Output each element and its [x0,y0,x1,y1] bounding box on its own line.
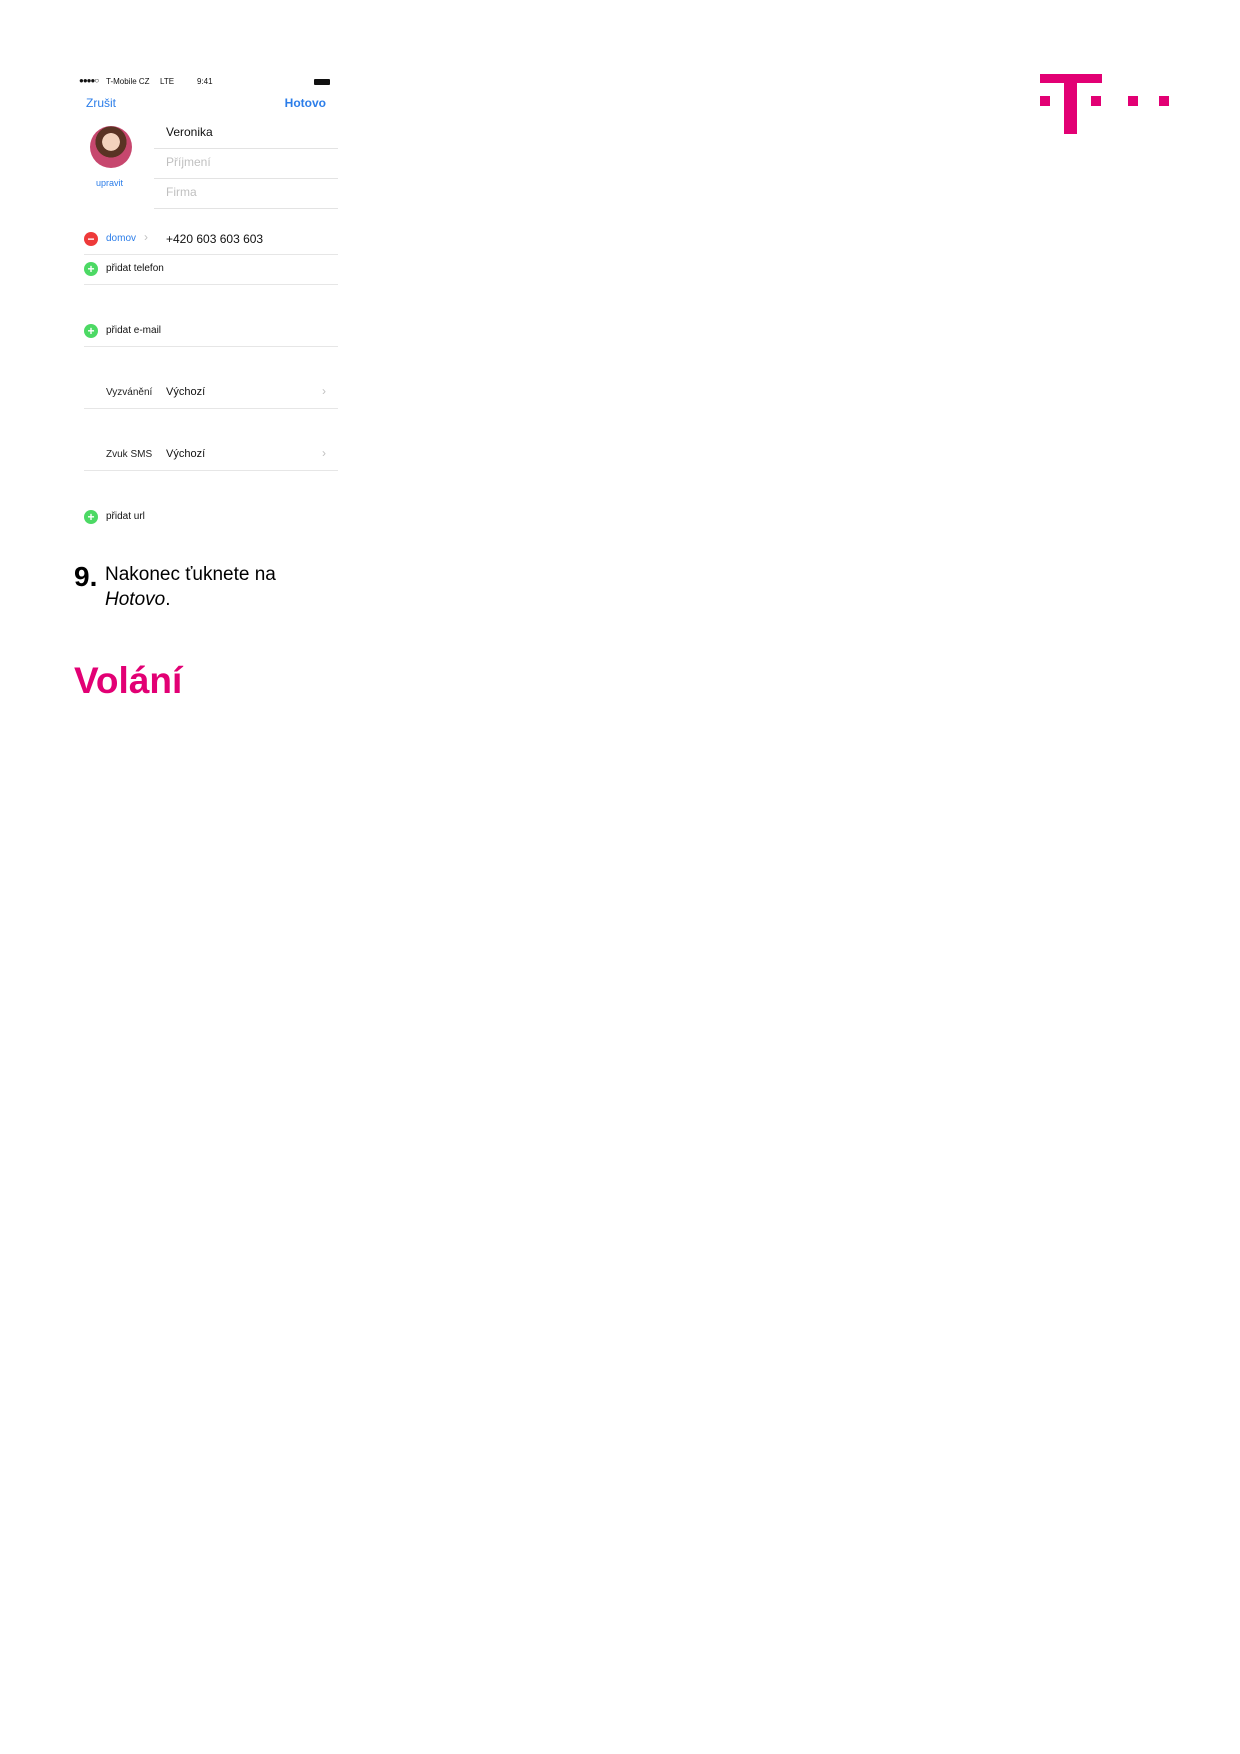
battery-icon [314,79,330,85]
phone-label[interactable]: domov [106,233,136,244]
add-icon: + [84,262,98,276]
add-icon: + [84,324,98,338]
sms-sound-label: Zvuk SMS [106,449,153,460]
last-name-field[interactable]: Příjmení [154,148,338,179]
add-email-label: přidat e-mail [106,325,162,336]
telekom-logo [1040,74,1170,136]
step-suffix: . [165,589,171,610]
done-button[interactable]: Hotovo [285,96,326,110]
ringtone-label: Vyzvánění [106,387,153,398]
company-placeholder: Firma [166,185,197,199]
phone-number[interactable]: +420 603 603 603 [166,232,263,246]
add-url-row[interactable]: + přidat url [84,502,338,532]
sms-sound-value: Výchozí [166,448,206,460]
chevron-right-icon: › [322,446,326,460]
phone-screenshot: ●●●●○ T-Mobile CZ LTE 9:41 Zrušit Hotovo… [74,72,338,542]
ringtone-row[interactable]: Vyzvánění Výchozí › [84,378,338,409]
step-number: 9. [74,561,98,592]
step-text: Nakonec ťuknete na [105,564,276,585]
avatar[interactable] [90,126,132,168]
last-name-placeholder: Příjmení [166,155,211,169]
carrier-name: T-Mobile CZ [106,77,150,86]
signal-indicator: ●●●●○ [79,76,99,85]
ringtone-value: Výchozí [166,386,206,398]
add-phone-row[interactable]: + přidat telefon [84,254,338,285]
phone-number-row[interactable]: − domov › +420 603 603 603 [84,224,338,255]
company-field[interactable]: Firma [154,178,338,209]
sms-sound-row[interactable]: Zvuk SMS Výchozí › [84,440,338,471]
status-bar: ●●●●○ T-Mobile CZ LTE 9:41 [74,76,338,88]
add-email-row[interactable]: + přidat e-mail [84,316,338,347]
status-time: 9:41 [197,77,213,86]
remove-icon[interactable]: − [84,232,98,246]
chevron-right-icon: › [144,230,148,244]
first-name-value: Veronika [166,125,213,139]
step-emphasis: Hotovo [105,589,166,610]
cancel-button[interactable]: Zrušit [86,96,116,110]
add-icon: + [84,510,98,524]
section-heading: Volání [74,660,183,701]
edit-photo-link[interactable]: upravit [96,178,123,188]
first-name-field[interactable]: Veronika [154,118,338,149]
add-url-label: přidat url [106,511,145,522]
chevron-right-icon: › [322,384,326,398]
add-phone-label: přidat telefon [106,263,164,274]
step-instruction: Nakonec ťuknete na Hotovo. [105,562,276,612]
network-type: LTE [160,77,175,86]
